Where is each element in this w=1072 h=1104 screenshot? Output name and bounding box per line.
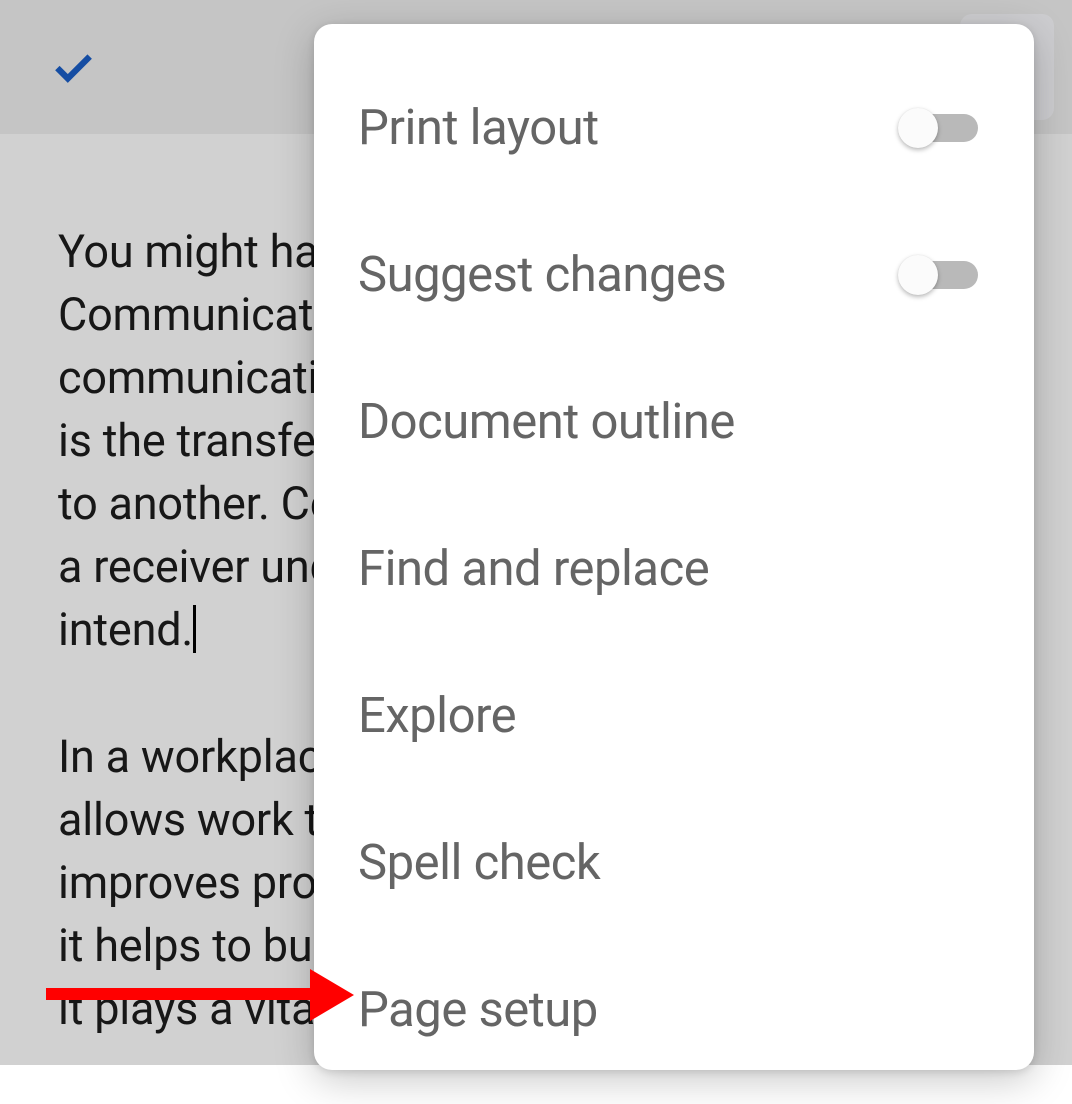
menu-item-spell-check[interactable]: Spell check [314, 789, 1034, 936]
menu-item-label: Find and replace [358, 540, 990, 597]
toggle-suggest-changes[interactable] [898, 247, 990, 303]
menu-item-suggest-changes[interactable]: Suggest changes [314, 201, 1034, 348]
toggle-knob [898, 108, 938, 148]
text-cursor [193, 605, 196, 653]
menu-item-document-outline[interactable]: Document outline [314, 348, 1034, 495]
done-button[interactable] [38, 32, 108, 102]
toggle-print-layout[interactable] [898, 100, 990, 156]
menu-item-label: Explore [358, 687, 990, 744]
menu-item-label: Document outline [358, 393, 990, 450]
overflow-menu: Print layout Suggest changes Document ou… [314, 24, 1034, 1070]
toggle-knob [898, 255, 938, 295]
menu-item-label: Suggest changes [358, 246, 898, 303]
menu-item-label: Print layout [358, 99, 898, 156]
menu-item-label: Spell check [358, 834, 990, 891]
checkmark-icon [48, 42, 98, 92]
menu-item-page-setup[interactable]: Page setup [314, 936, 1034, 1083]
menu-item-explore[interactable]: Explore [314, 642, 1034, 789]
menu-item-print-layout[interactable]: Print layout [314, 54, 1034, 201]
menu-item-find-replace[interactable]: Find and replace [314, 495, 1034, 642]
menu-item-label: Page setup [358, 981, 990, 1038]
